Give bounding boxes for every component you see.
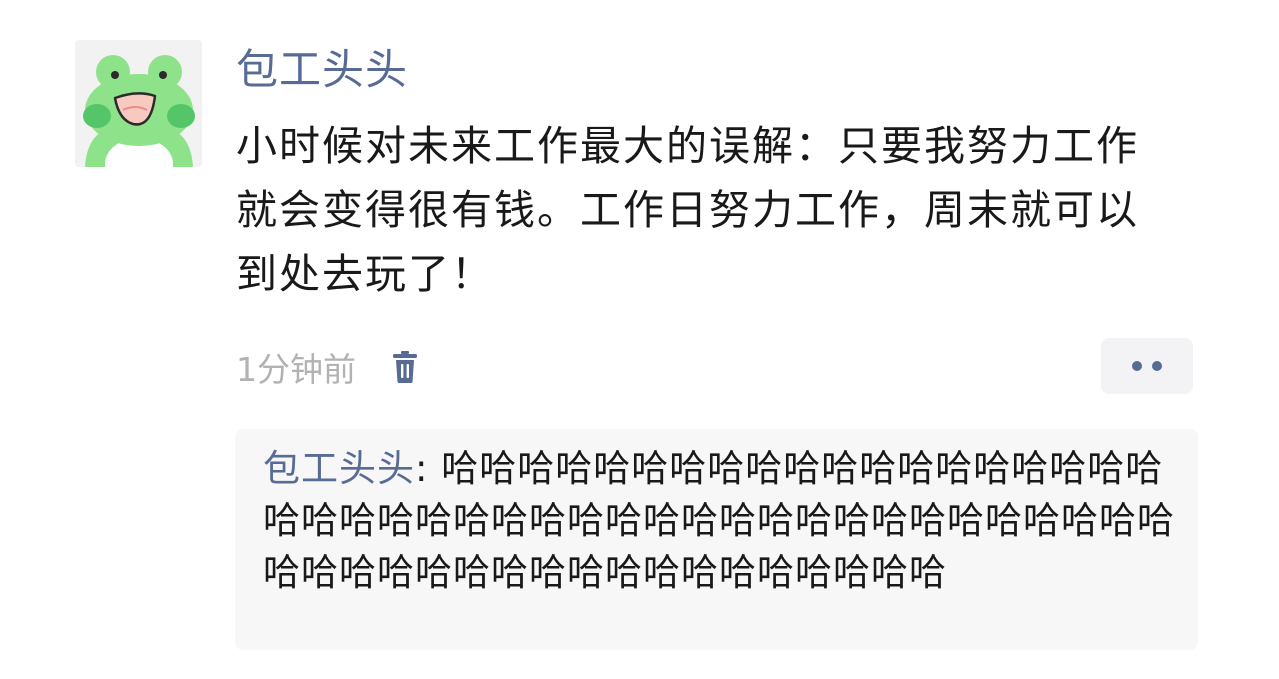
more-dot [1132,361,1142,371]
comment-item[interactable]: 包工头头: 哈哈哈哈哈哈哈哈哈哈哈哈哈哈哈哈哈哈哈哈哈哈哈哈哈哈哈哈哈哈哈哈哈哈… [263,443,1176,599]
frog-avatar-icon[interactable] [75,40,202,167]
post-timestamp: 1分钟前 [236,350,356,389]
post-author-name[interactable]: 包工头头 [236,44,408,96]
moments-post: 包工头头 小时候对未来工作最大的误解：只要我努力工作就会变得很有钱。工作日努力工… [0,0,1279,679]
more-dots-icon[interactable] [1101,338,1193,394]
comment-separator: : [415,447,442,490]
post-meta-row: 1分钟前 [236,340,420,394]
post-text: 小时候对未来工作最大的误解：只要我努力工作就会变得很有钱。工作日努力工作，周末就… [236,122,1139,298]
trash-icon[interactable] [390,347,420,387]
more-dot [1152,361,1162,371]
comment-author[interactable]: 包工头头 [263,447,415,490]
comments-section: 包工头头: 哈哈哈哈哈哈哈哈哈哈哈哈哈哈哈哈哈哈哈哈哈哈哈哈哈哈哈哈哈哈哈哈哈哈… [235,429,1198,650]
